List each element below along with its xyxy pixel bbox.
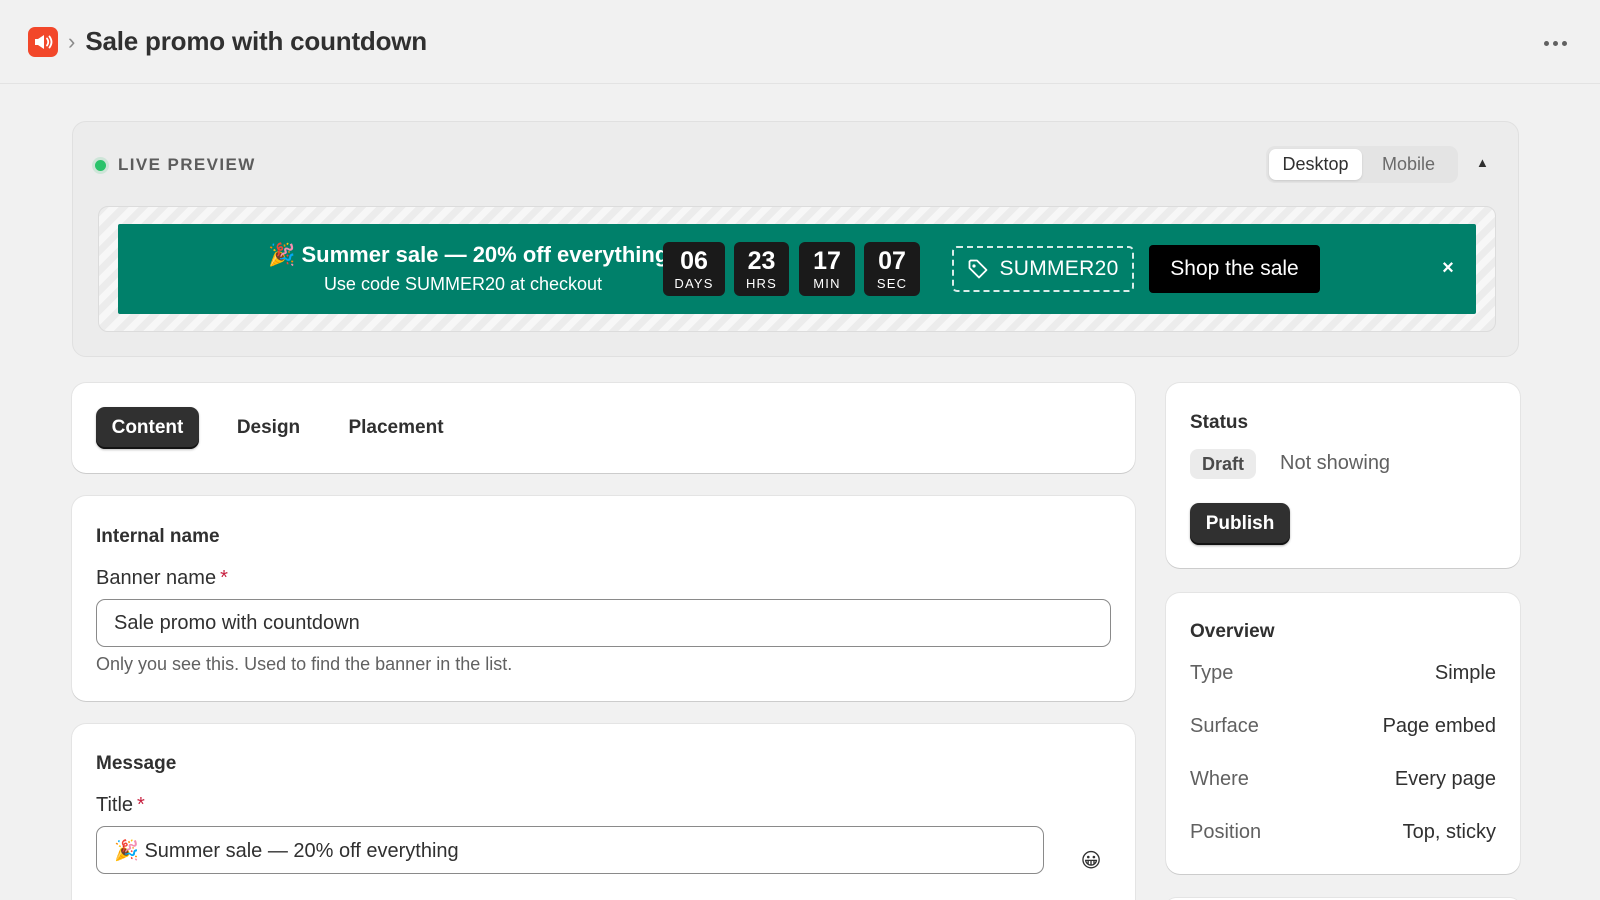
countdown-unit: SEC (876, 275, 908, 291)
dot-icon (1561, 40, 1567, 46)
countdown-value: 17 (813, 246, 841, 275)
label-text: Banner name (96, 567, 217, 589)
close-icon[interactable]: × (1434, 254, 1462, 282)
overview-key: Type (1190, 662, 1234, 684)
overview-key: Where (1190, 768, 1249, 790)
title-label: Title * (96, 794, 145, 817)
live-preview-text: LIVE PREVIEW (118, 155, 256, 174)
live-status-dot-icon (95, 159, 106, 171)
overview-value: Page embed (1382, 715, 1496, 737)
input-value: Sale promo with countdown (114, 611, 360, 634)
overview-key: Position (1190, 821, 1262, 843)
megaphone-icon (35, 34, 53, 49)
overview-row: Surface Page embed (1190, 715, 1496, 738)
device-option-mobile[interactable]: Mobile (1362, 149, 1455, 180)
overview-value: Top, sticky (1402, 821, 1496, 843)
section-title: Status (1190, 412, 1249, 433)
overview-row: Position Top, sticky (1190, 821, 1496, 844)
editor-tabs-card: Content Design Placement (72, 383, 1135, 473)
megaphone-app-icon[interactable] (28, 26, 58, 57)
status-badge: Draft (1190, 449, 1257, 479)
countdown-unit: DAYS (674, 275, 714, 291)
banner-name-label: Banner name * (96, 567, 228, 590)
section-title: Message (96, 753, 177, 774)
internal-name-card: Internal name Banner name * Sale promo wi… (72, 496, 1135, 701)
countdown-value: 06 (680, 246, 708, 275)
more-actions-button[interactable] (1540, 30, 1570, 56)
banner-text: 🎉 Summer sale — 20% off everything Use c… (268, 242, 669, 295)
required-mark: * (220, 567, 228, 589)
status-card: Status Draft Not showing Publish (1166, 383, 1520, 568)
coupon-code-chip[interactable]: SUMMER20 (952, 246, 1134, 292)
visibility-status-text: Not showing (1280, 452, 1391, 474)
countdown-unit: MIN (813, 275, 841, 291)
dot-icon (1552, 40, 1558, 46)
input-value: 🎉 Summer sale — 20% off everything (114, 839, 459, 862)
required-mark: * (137, 794, 145, 816)
tab-design[interactable]: Design (222, 407, 315, 449)
dot-icon (1543, 40, 1549, 46)
overview-card: Overview Type Simple Surface Page embed … (1166, 593, 1520, 874)
banner-subtitle: Use code SUMMER20 at checkout (323, 274, 603, 294)
overview-key: Surface (1190, 715, 1259, 737)
message-card: Message Title * 🎉 Summer sale — 20% off e… (72, 724, 1135, 900)
coupon-code-text: SUMMER20 (999, 257, 1119, 280)
countdown-value: 07 (878, 246, 906, 275)
help-text: Only you see this. Used to find the bann… (96, 654, 513, 674)
overview-row: Where Every page (1190, 768, 1496, 791)
title-input[interactable]: 🎉 Summer sale — 20% off everything (96, 826, 1044, 874)
collapse-preview-caret-icon[interactable]: ▲ (1476, 155, 1489, 170)
section-title: Overview (1190, 621, 1275, 642)
countdown-days: 06 DAYS (663, 242, 725, 296)
top-bar: › Sale promo with countdown (0, 0, 1600, 84)
tag-icon (969, 259, 988, 279)
section-title: Internal name (96, 526, 220, 547)
overview-row: Type Simple (1190, 662, 1496, 685)
tab-content[interactable]: Content (96, 407, 199, 449)
countdown-hours: 23 HRS (734, 242, 789, 296)
publish-button[interactable]: Publish (1190, 503, 1290, 545)
preview-frame: 🎉 Summer sale — 20% off everything Use c… (98, 206, 1496, 332)
banner-title: 🎉 Summer sale — 20% off everything (268, 242, 669, 267)
countdown-minutes: 17 MIN (799, 242, 855, 296)
announcement-banner: 🎉 Summer sale — 20% off everything Use c… (118, 224, 1476, 314)
shop-the-sale-button[interactable]: Shop the sale (1149, 245, 1320, 293)
label-text: Title (96, 794, 134, 816)
tab-placement[interactable]: Placement (336, 407, 456, 449)
countdown-unit: HRS (745, 275, 778, 291)
overview-value: Simple (1434, 662, 1496, 684)
device-toggle: Desktop Mobile (1266, 146, 1458, 183)
live-preview-label: LIVE PREVIEW (95, 155, 256, 175)
banner-name-input[interactable]: Sale promo with countdown (96, 599, 1111, 647)
live-preview-card: LIVE PREVIEW Desktop Mobile ▲ 🎉 Summer s… (72, 121, 1519, 357)
breadcrumb-chevron-icon: › (68, 28, 76, 54)
countdown-seconds: 07 SEC (864, 242, 920, 296)
countdown-value: 23 (747, 246, 776, 275)
device-option-desktop[interactable]: Desktop (1269, 149, 1362, 180)
page-title: Sale promo with countdown (85, 26, 427, 56)
overview-value: Every page (1394, 768, 1496, 790)
emoji-picker-icon[interactable]: 😀 (1076, 845, 1106, 875)
